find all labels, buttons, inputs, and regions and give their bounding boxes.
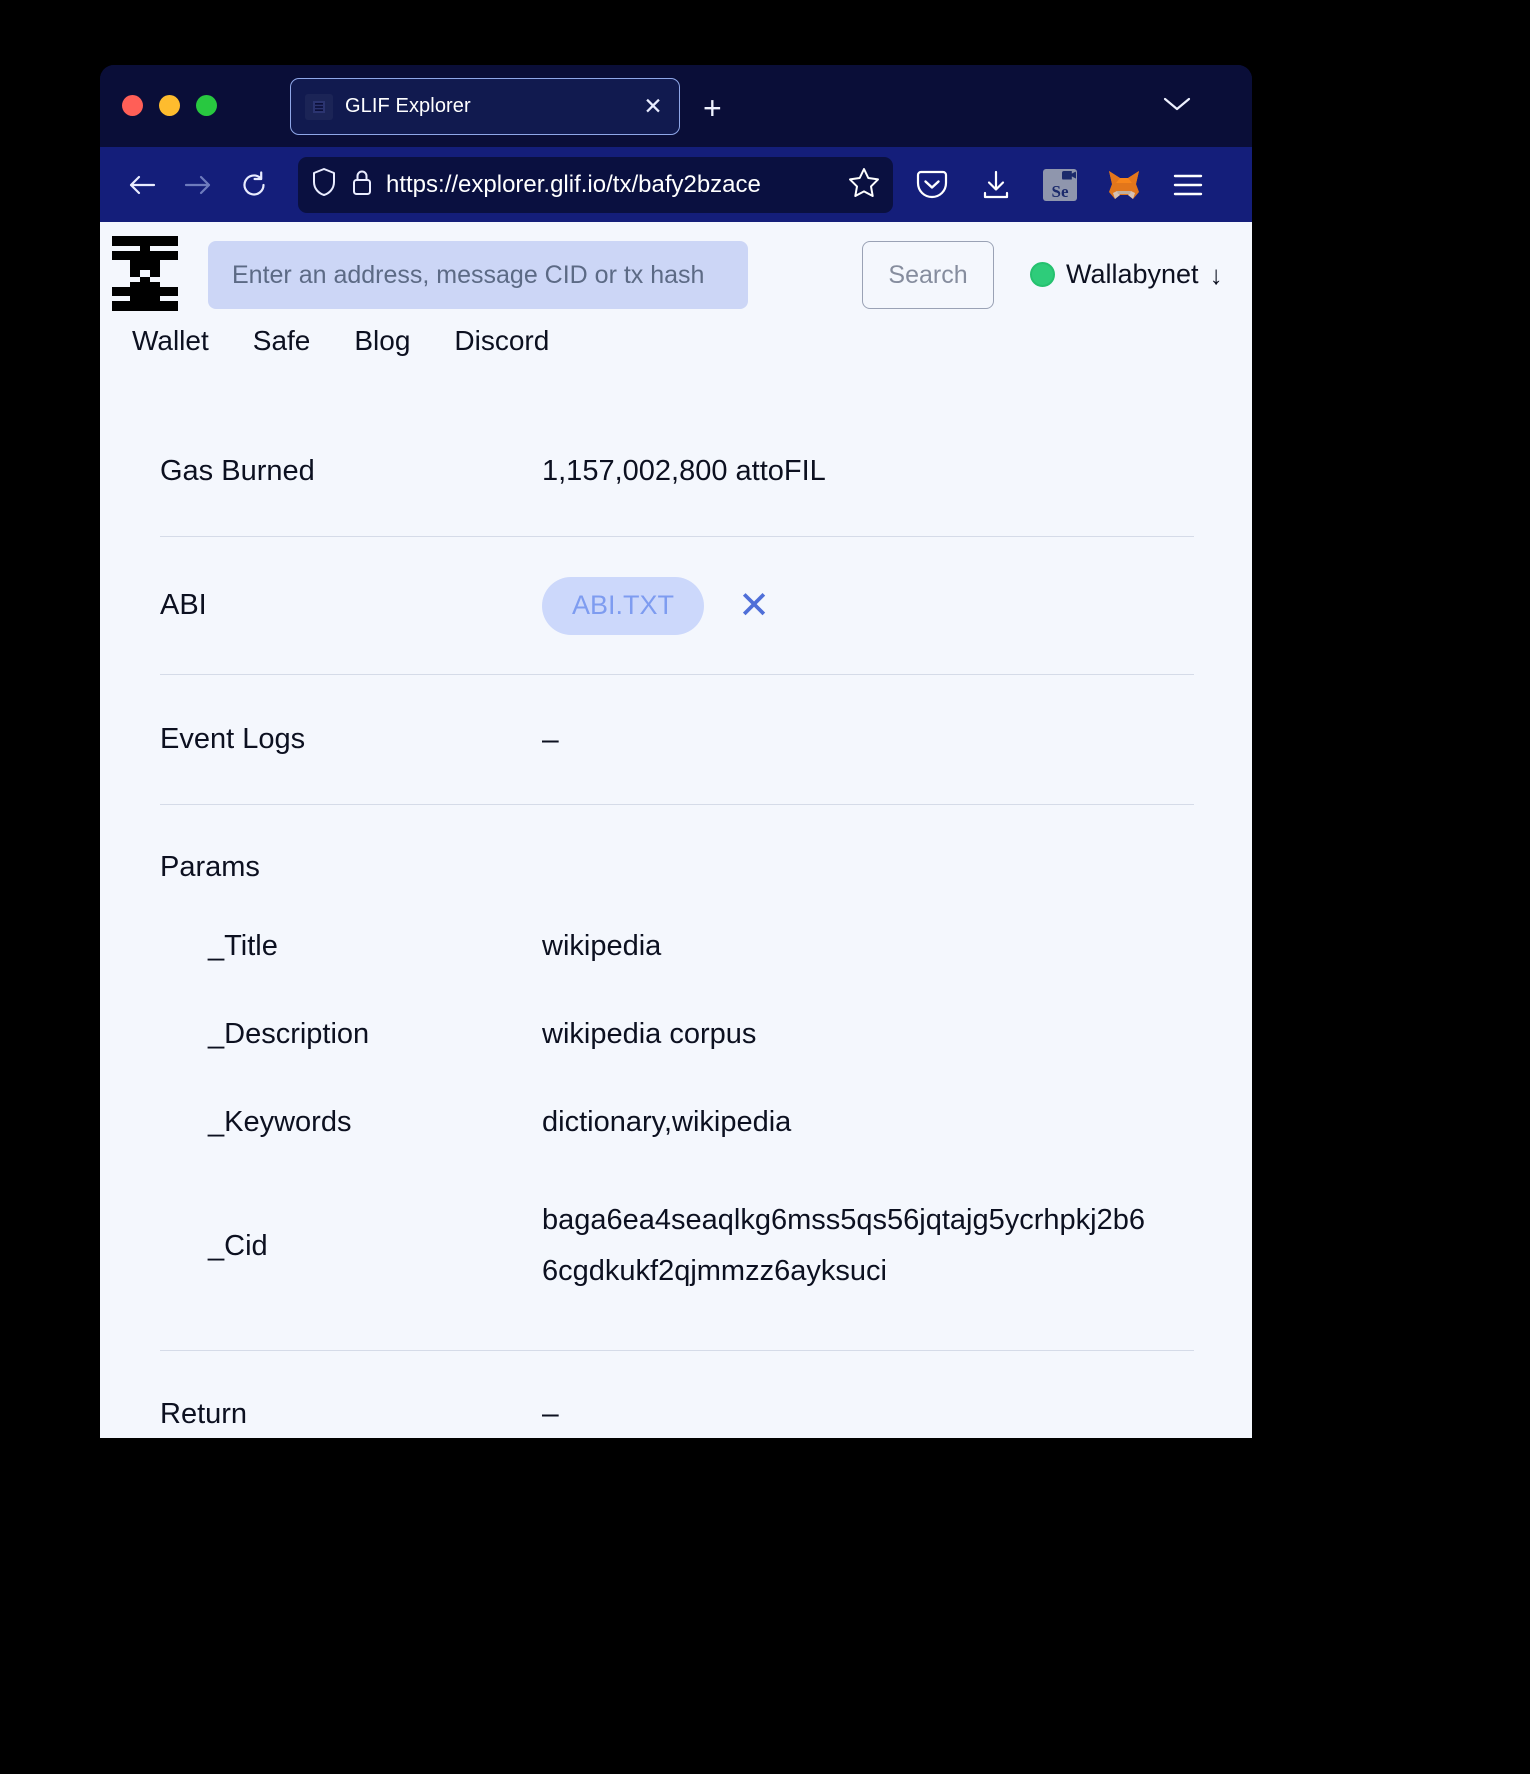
- transaction-details: Gas Burned 1,157,002,800 attoFIL ABI ABI…: [160, 407, 1194, 1438]
- close-icon[interactable]: ✕: [641, 95, 665, 118]
- event-logs-label: Event Logs: [160, 723, 306, 755]
- minimize-window-button[interactable]: [159, 95, 180, 116]
- nav-link-discord[interactable]: Discord: [454, 325, 549, 357]
- shield-icon[interactable]: [310, 167, 338, 202]
- param-row-cid: _Cid baga6ea4seaqlkg6mss5qs56jqtajg5ycrh…: [160, 1166, 1194, 1326]
- url-bar[interactable]: https://explorer.glif.io/tx/bafy2bzace: [298, 156, 893, 213]
- site-nav: Wallet Safe Blog Discord: [132, 325, 549, 357]
- params-label: Params: [160, 851, 260, 883]
- green-status-dot: [1030, 262, 1055, 287]
- return-label: Return: [160, 1397, 248, 1430]
- param-key: _Description: [208, 1017, 370, 1050]
- param-value: wikipedia corpus: [542, 1017, 757, 1050]
- forward-arrow-icon[interactable]: [170, 157, 226, 213]
- screen-recorder-icon[interactable]: Se: [1031, 157, 1089, 213]
- download-icon[interactable]: [967, 157, 1025, 213]
- reload-icon[interactable]: [226, 157, 282, 213]
- star-icon[interactable]: [847, 166, 881, 204]
- close-window-button[interactable]: [122, 95, 143, 116]
- param-value: wikipedia: [542, 929, 662, 962]
- param-row-keywords: _Keywords dictionary,wikipedia: [160, 1078, 1194, 1166]
- param-key: _Title: [208, 929, 278, 962]
- metamask-fox-icon[interactable]: [1095, 157, 1153, 213]
- window-controls: [122, 95, 217, 116]
- row-gas-burned: Gas Burned 1,157,002,800 attoFIL: [160, 407, 1194, 537]
- site-header: Search Wallabynet ↓ Wallet Safe Blog Dis…: [100, 222, 1252, 356]
- glif-logo[interactable]: [112, 236, 178, 311]
- glif-favicon: [305, 93, 333, 120]
- search-button[interactable]: Search: [862, 241, 994, 309]
- param-key: _Cid: [208, 1229, 268, 1262]
- param-value: baga6ea4seaqlkg6mss5qs56jqtajg5ycrhpkj2b…: [542, 1204, 1145, 1287]
- new-tab-button[interactable]: +: [703, 92, 722, 124]
- tab-strip: GLIF Explorer ✕ +: [100, 65, 1252, 147]
- browser-window: GLIF Explorer ✕ + https://explorer.glif.…: [100, 65, 1252, 1438]
- browser-tab[interactable]: GLIF Explorer ✕: [290, 78, 680, 135]
- param-row-description: _Description wikipedia corpus: [160, 990, 1194, 1078]
- hamburger-menu-icon[interactable]: [1159, 157, 1217, 213]
- page-content: Search Wallabynet ↓ Wallet Safe Blog Dis…: [100, 222, 1252, 1438]
- network-arrow-icon: ↓: [1209, 259, 1223, 290]
- pocket-icon[interactable]: [903, 157, 961, 213]
- param-value: dictionary,wikipedia: [542, 1105, 792, 1138]
- browser-toolbar: https://explorer.glif.io/tx/bafy2bzace S…: [100, 147, 1252, 222]
- close-x-icon[interactable]: ✕: [738, 587, 770, 625]
- screenshot-root: GLIF Explorer ✕ + https://explorer.glif.…: [0, 0, 1530, 1774]
- row-abi: ABI ABI.TXT ✕: [160, 537, 1194, 675]
- param-row-title: _Title wikipedia: [160, 902, 1194, 990]
- row-event-logs: Event Logs –: [160, 675, 1194, 805]
- abi-value: ABI.TXT ✕: [542, 576, 1194, 635]
- maximize-window-button[interactable]: [196, 95, 217, 116]
- nav-link-blog[interactable]: Blog: [354, 325, 410, 357]
- abi-file-pill[interactable]: ABI.TXT: [542, 576, 705, 635]
- params-section: Params _Title wikipedia _Description wik…: [160, 805, 1194, 1351]
- tab-title: GLIF Explorer: [345, 95, 471, 117]
- param-key: _Keywords: [208, 1105, 352, 1138]
- gas-burned-label: Gas Burned: [160, 455, 315, 487]
- toolbar-icon-group: Se: [903, 157, 1217, 213]
- extension-label: Se: [1051, 181, 1069, 201]
- network-selector[interactable]: Wallabynet ↓: [1030, 259, 1223, 290]
- lock-icon[interactable]: [350, 167, 374, 202]
- chevron-down-icon[interactable]: [1162, 95, 1192, 118]
- return-value: –: [542, 1397, 559, 1430]
- nav-link-wallet[interactable]: Wallet: [132, 325, 209, 357]
- back-arrow-icon[interactable]: [114, 157, 170, 213]
- abi-label: ABI: [160, 589, 207, 621]
- url-text: https://explorer.glif.io/tx/bafy2bzace: [386, 170, 761, 198]
- nav-link-safe[interactable]: Safe: [253, 325, 311, 357]
- gas-burned-value: 1,157,002,800 attoFIL: [542, 455, 826, 487]
- event-logs-value: –: [542, 722, 559, 756]
- row-return: Return –: [160, 1351, 1194, 1438]
- network-name: Wallabynet: [1066, 259, 1199, 289]
- search-input[interactable]: [208, 241, 748, 309]
